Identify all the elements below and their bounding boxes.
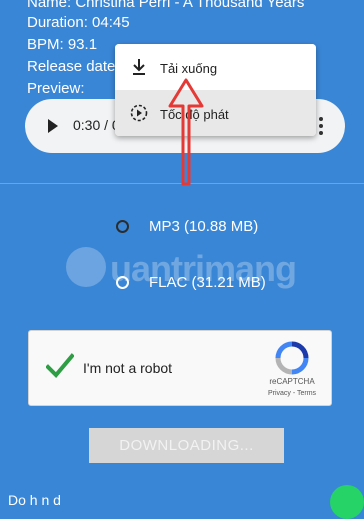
playback-time: 0:30 / 0 — [73, 117, 120, 133]
recaptcha-privacy-terms[interactable]: Privacy - Terms — [257, 390, 327, 397]
whatsapp-icon[interactable] — [330, 485, 364, 519]
menu-item-download-label: Tải xuống — [160, 61, 218, 76]
duration-line: Duration: 04:45 — [27, 14, 130, 31]
more-options-icon[interactable] — [319, 117, 323, 135]
recaptcha-widget: I'm not a robot reCAPTCHA Privacy - Term… — [28, 330, 332, 406]
section-divider — [0, 183, 364, 184]
radio-mp3[interactable] — [116, 220, 129, 233]
release-date-line: Release date — [27, 58, 116, 75]
recaptcha-brand: reCAPTCHA — [269, 377, 315, 386]
checkmark-icon[interactable] — [46, 353, 74, 379]
watermark-logo-icon — [66, 247, 106, 287]
track-name-line: Name: Christina Perri - A Thousand Years — [27, 0, 305, 11]
format-label-mp3: MP3 (10.88 MB) — [149, 218, 259, 235]
player-context-menu: Tải xuống Tốc độ phát — [115, 44, 316, 136]
preview-label: Preview: — [27, 80, 85, 97]
radio-flac[interactable] — [116, 276, 129, 289]
download-icon — [133, 59, 145, 75]
playback-speed-icon — [130, 104, 148, 122]
bpm-line: BPM: 93.1 — [27, 36, 98, 53]
bottom-cut-text: Do h n d — [8, 492, 61, 508]
play-icon[interactable] — [48, 119, 58, 133]
format-label-flac: FLAC (31.21 MB) — [149, 274, 266, 291]
recaptcha-logo-icon — [275, 341, 309, 375]
not-a-robot-label: I'm not a robot — [83, 360, 173, 376]
downloading-button[interactable]: DOWNLOADING... — [89, 428, 284, 463]
menu-item-playback-speed-label: Tốc độ phát — [160, 107, 229, 122]
menu-item-playback-speed[interactable]: Tốc độ phát — [115, 90, 316, 136]
menu-item-download[interactable]: Tải xuống — [115, 44, 316, 90]
